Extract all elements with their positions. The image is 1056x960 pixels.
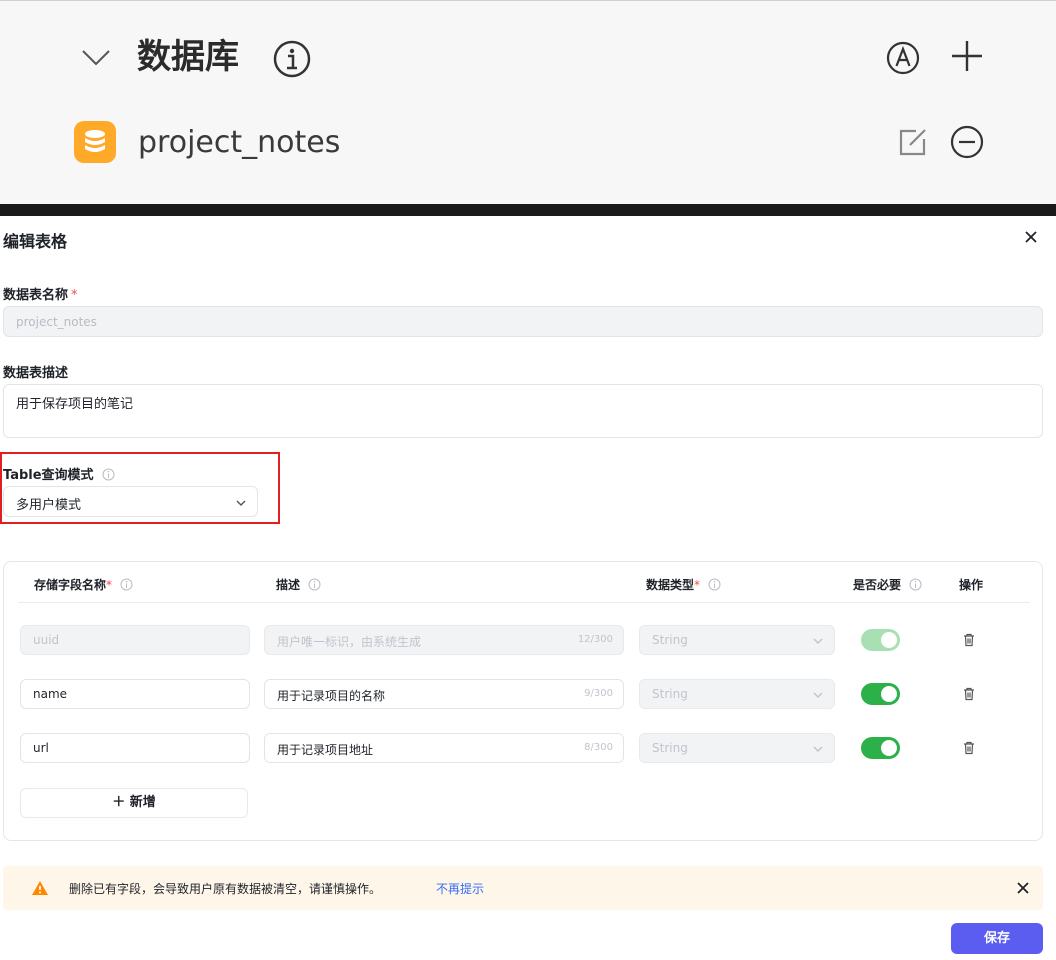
column-header-field-name: 存储字段名称*: [34, 576, 133, 593]
dont-show-again-link[interactable]: 不再提示: [436, 880, 484, 897]
info-icon[interactable]: [708, 578, 721, 591]
chevron-down-icon: [813, 746, 823, 752]
table-desc-label: 数据表描述: [3, 366, 69, 381]
close-icon[interactable]: [1016, 881, 1030, 895]
save-button[interactable]: 保存: [951, 923, 1043, 954]
modal-title: 编辑表格: [3, 232, 68, 251]
field-name-input[interactable]: name: [20, 679, 250, 709]
chevron-down-icon: [813, 638, 823, 644]
query-mode-select[interactable]: 多用户模式: [3, 486, 258, 517]
column-header-data-type: 数据类型*: [646, 576, 721, 593]
close-icon[interactable]: [1022, 228, 1040, 246]
chevron-down-icon[interactable]: [80, 41, 112, 73]
query-mode-label: Table查询模式: [3, 464, 115, 483]
field-type-select[interactable]: String: [639, 733, 835, 763]
required-toggle[interactable]: [861, 683, 900, 705]
column-header-required: 是否必要: [853, 576, 922, 593]
warning-banner: 删除已有字段，会导致用户原有数据被清空，请谨慎操作。 不再提示: [3, 866, 1043, 910]
required-toggle[interactable]: [861, 629, 900, 651]
info-icon[interactable]: [909, 578, 922, 591]
field-type-select[interactable]: String: [639, 679, 835, 709]
chevron-down-icon: [813, 692, 823, 698]
table-name-input[interactable]: project_notes: [3, 306, 1043, 337]
trash-icon[interactable]: [962, 741, 976, 755]
field-name-input[interactable]: uuid: [20, 625, 250, 655]
table-desc-textarea[interactable]: 用于保存项目的笔记: [3, 384, 1043, 438]
required-toggle[interactable]: [861, 737, 900, 759]
header-divider: [18, 602, 1030, 603]
field-desc-input[interactable]: 用于记录项目地址 8/300: [264, 733, 624, 763]
trash-icon[interactable]: [962, 633, 976, 647]
auto-icon[interactable]: [884, 39, 922, 77]
database-icon: [74, 121, 116, 163]
database-name: project_notes: [138, 125, 341, 160]
plus-icon[interactable]: [948, 37, 986, 75]
minus-circle-icon[interactable]: [948, 123, 986, 161]
database-item[interactable]: project_notes: [0, 113, 1056, 173]
warning-text: 删除已有字段，会导致用户原有数据被清空，请谨慎操作。: [69, 882, 382, 896]
info-icon[interactable]: [272, 39, 312, 79]
trash-icon[interactable]: [962, 687, 976, 701]
divider: [0, 204, 1056, 216]
database-panel: 数据库 project_notes: [0, 0, 1056, 204]
field-name-input[interactable]: url: [20, 733, 250, 763]
add-field-button[interactable]: ＋ 新增: [20, 788, 248, 818]
info-icon[interactable]: [120, 578, 133, 591]
edit-icon[interactable]: [896, 125, 930, 159]
table-name-label: 数据表名称 *: [3, 288, 78, 303]
edit-table-modal: 编辑表格 数据表名称 * project_notes 数据表描述 用于保存项目的笔…: [0, 216, 1056, 960]
field-desc-input[interactable]: 用于记录项目的名称 9/300: [264, 679, 624, 709]
warning-icon: [32, 881, 48, 895]
database-section-header: 数据库: [0, 21, 1056, 93]
chevron-down-icon: [236, 500, 246, 506]
field-type-select[interactable]: String: [639, 625, 835, 655]
section-title: 数据库: [137, 37, 239, 77]
info-icon[interactable]: [308, 578, 321, 591]
field-desc-input[interactable]: 用户唯一标识，由系统生成 12/300: [264, 625, 624, 655]
column-header-actions: 操作: [959, 578, 984, 592]
info-icon[interactable]: [102, 468, 115, 481]
column-header-description: 描述: [276, 576, 321, 593]
fields-table: 存储字段名称* 描述 数据类型* 是否必要 操作 uuid 用户唯一标识，由系统…: [3, 561, 1043, 841]
